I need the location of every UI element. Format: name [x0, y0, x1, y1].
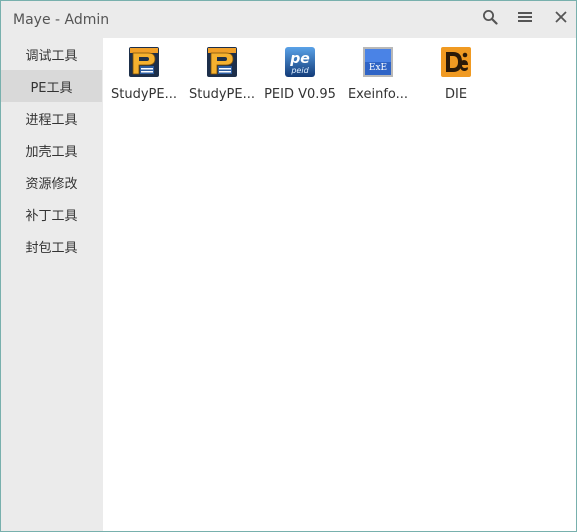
- sidebar-item-label: 调试工具: [25, 48, 78, 64]
- tool-label: DIE: [444, 87, 468, 102]
- tool-tile-exeinfo[interactable]: ExE Exeinfo...: [339, 46, 417, 108]
- close-button[interactable]: [548, 7, 574, 27]
- svg-text:peid: peid: [290, 66, 309, 75]
- search-icon: [483, 10, 498, 25]
- sidebar-item-label: 补丁工具: [25, 208, 78, 224]
- tool-label: StudyPE...: [189, 87, 255, 102]
- sidebar-item-patch-tools[interactable]: 补丁工具: [1, 198, 102, 230]
- svg-text:ExE: ExE: [369, 63, 387, 73]
- search-button[interactable]: [477, 7, 503, 27]
- sidebar-item-packet-tools[interactable]: 封包工具: [1, 230, 102, 262]
- sidebar-item-label: 封包工具: [25, 240, 78, 256]
- app-window: Maye - Admin 调试工具 PE工具 进程工具 加壳工具 资源修改 补丁…: [0, 0, 577, 532]
- window-title: Maye - Admin: [13, 12, 110, 28]
- tool-label: Exeinfo...: [347, 87, 409, 102]
- sidebar-item-label: PE工具: [30, 80, 73, 96]
- sidebar-item-resource-edit[interactable]: 资源修改: [1, 166, 102, 198]
- tool-label: StudyPE...: [111, 87, 177, 102]
- menu-button[interactable]: [512, 7, 538, 27]
- studype-icon: [129, 47, 159, 77]
- sidebar-item-process-tools[interactable]: 进程工具: [1, 102, 102, 134]
- peid-icon: pe peid: [285, 47, 315, 77]
- die-icon: [441, 47, 471, 77]
- tool-tile-studype-2[interactable]: StudyPE...: [183, 46, 261, 108]
- studype-icon: [207, 47, 237, 77]
- tool-grid: StudyPE... StudyPE... pe peid PEID V0.95…: [103, 38, 576, 531]
- sidebar-item-packer-tools[interactable]: 加壳工具: [1, 134, 102, 166]
- title-bar[interactable]: Maye - Admin: [1, 1, 576, 38]
- sidebar: 调试工具 PE工具 进程工具 加壳工具 资源修改 补丁工具 封包工具: [1, 38, 102, 531]
- tool-tile-die[interactable]: DIE: [417, 46, 495, 108]
- sidebar-item-label: 加壳工具: [25, 144, 78, 160]
- exeinfo-icon: ExE: [363, 47, 393, 77]
- svg-text:pe: pe: [289, 51, 310, 67]
- tool-tile-studype-1[interactable]: StudyPE...: [105, 46, 183, 108]
- sidebar-item-pe-tools[interactable]: PE工具: [1, 70, 102, 102]
- tool-label: PEID V0.95: [264, 87, 336, 102]
- sidebar-item-label: 进程工具: [25, 112, 78, 128]
- menu-icon: [518, 12, 532, 22]
- sidebar-item-label: 资源修改: [25, 176, 78, 192]
- sidebar-item-debug-tools[interactable]: 调试工具: [1, 38, 102, 70]
- tool-tile-peid[interactable]: pe peid PEID V0.95: [261, 46, 339, 108]
- close-icon: [555, 11, 567, 23]
